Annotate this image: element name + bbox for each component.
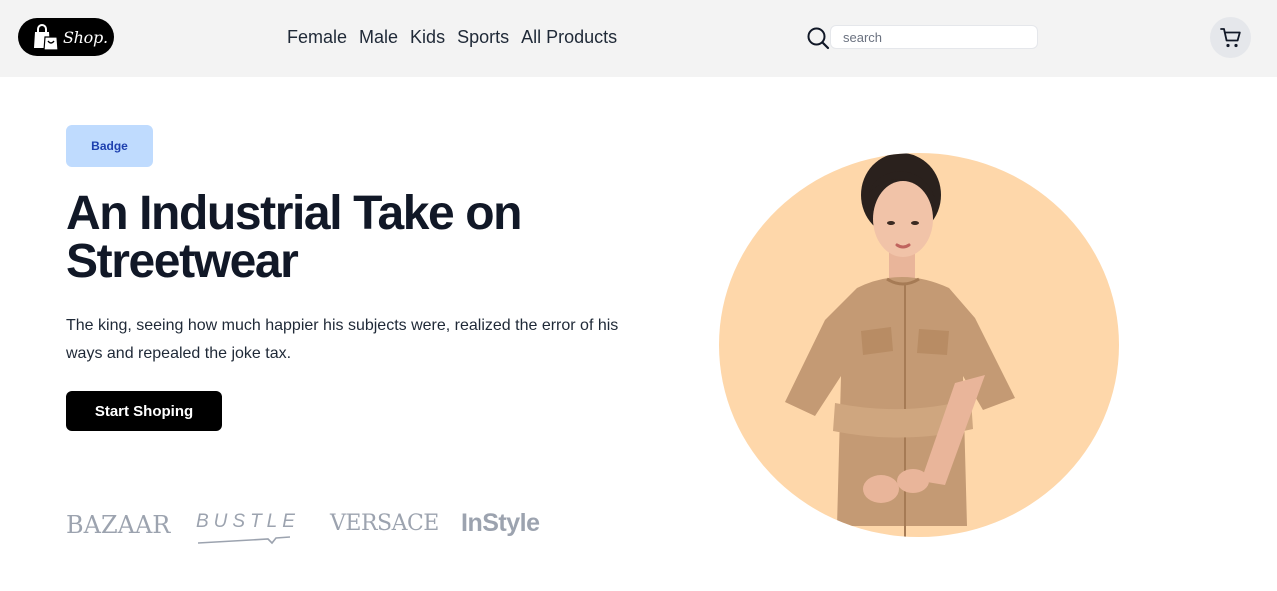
shopping-bag-icon: [34, 24, 59, 51]
site-header: Shop. Female Male Kids Sports All Produc…: [0, 0, 1277, 77]
start-shopping-button[interactable]: Start Shoping: [66, 391, 222, 431]
main-nav: Female Male Kids Sports All Products: [287, 26, 617, 48]
search-input[interactable]: [830, 25, 1038, 49]
cart-button[interactable]: [1210, 17, 1251, 58]
logo-text: Shop.: [63, 27, 108, 47]
cart-icon: [1219, 27, 1241, 47]
brand-logo-bazaar: BAZAAR: [66, 511, 171, 539]
nav-link-kids[interactable]: Kids: [410, 26, 445, 48]
model-illustration: [785, 153, 1015, 537]
nav-link-sports[interactable]: Sports: [457, 26, 509, 48]
brand-logo-instyle: InStyle: [461, 509, 540, 537]
hero-image: [719, 153, 1119, 537]
search-icon[interactable]: [806, 26, 830, 50]
hero-description: The king, seeing how much happier his su…: [66, 317, 619, 362]
nav-link-female[interactable]: Female: [287, 26, 347, 48]
shop-logo[interactable]: Shop.: [18, 18, 114, 56]
brand-logo-versace: VERSACE: [330, 511, 439, 536]
hero-badge: Badge: [66, 125, 153, 167]
hero-title: An Industrial Take on Streetwear: [66, 187, 523, 288]
brand-logo-bustle: BUSTLE: [196, 511, 300, 532]
nav-link-male[interactable]: Male: [359, 26, 398, 48]
nav-link-all-products[interactable]: All Products: [521, 26, 617, 48]
bustle-underline-icon: [198, 536, 290, 545]
